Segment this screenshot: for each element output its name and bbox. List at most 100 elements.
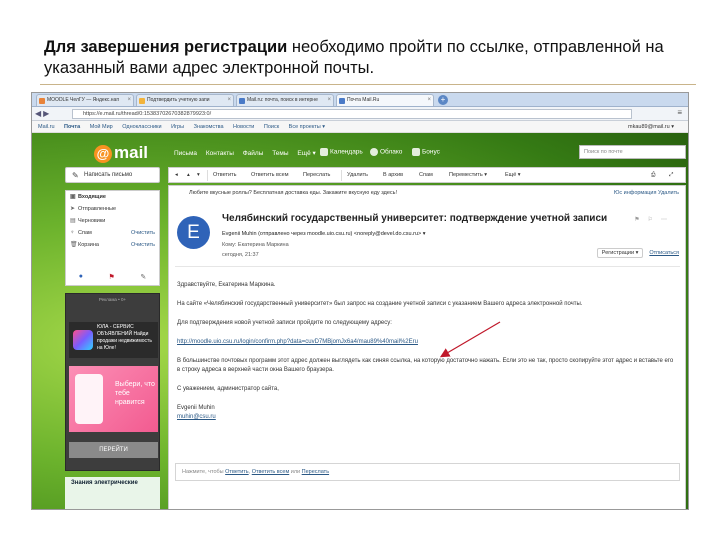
bonus-link[interactable]: Бонус xyxy=(412,148,440,156)
prev-arrow-icon[interactable]: ▴ xyxy=(187,168,190,182)
browser-menu-icon[interactable]: ≡ xyxy=(677,108,682,117)
forward-link[interactable]: Переслать xyxy=(302,469,329,475)
new-tab-plus-icon[interactable]: + xyxy=(438,95,448,105)
cloud-link[interactable]: Облако xyxy=(370,148,402,156)
close-icon[interactable]: × xyxy=(227,95,231,106)
flag-icon[interactable]: ⚑ xyxy=(109,273,115,281)
portal-link[interactable]: Mail.ru xyxy=(38,124,55,130)
toolbar-divider xyxy=(341,170,342,181)
back-forward-icons[interactable]: ◀▶ xyxy=(35,109,51,118)
slide: Для завершения регистрации необходимо пр… xyxy=(0,0,720,540)
close-icon[interactable]: × xyxy=(427,95,431,106)
portal-link[interactable]: Все проекты ▾ xyxy=(289,124,325,130)
ad-card-youla[interactable]: ЮЛА - СЕРВИС ОБЪЯВЛЕНИЙ Найди продажи не… xyxy=(69,322,158,358)
ad2-text: Знания электрические xyxy=(71,480,138,486)
portal-link[interactable]: Почта xyxy=(64,124,80,130)
folder-sent[interactable]: ➤ Отправленные xyxy=(66,203,159,215)
browser-tab[interactable]: MOODLE ЧелГУ — Яндекс.нап × xyxy=(36,94,134,106)
attachment-icon[interactable]: ✎ xyxy=(140,273,146,281)
clear-spam-link[interactable]: Очистить xyxy=(131,227,155,239)
mail-search-input[interactable]: Поиск по почте xyxy=(579,145,686,159)
move-button[interactable]: Переместить ▾ xyxy=(449,168,487,182)
delete-button[interactable]: Удалить xyxy=(347,168,368,182)
nav-letters[interactable]: Письма xyxy=(174,150,197,157)
message-from[interactable]: Evgenii Muhin (отправлено через moodle.u… xyxy=(222,231,426,237)
calendar-link[interactable]: Календарь xyxy=(320,148,363,156)
portal-link[interactable]: Игры xyxy=(171,124,184,130)
tab-label: MOODLE ЧелГУ — Яндекс.нап xyxy=(47,97,120,103)
cloud-icon xyxy=(370,148,378,156)
ad-go-button[interactable]: ПЕРЕЙТИ xyxy=(69,442,158,458)
mail-screenshot: MOODLE ЧелГУ — Яндекс.нап × Подтвердить у… xyxy=(31,92,689,510)
at-logo-icon: @ xyxy=(94,145,112,163)
message-flag-icons[interactable]: ⚑⚐⋯ xyxy=(634,216,675,223)
clear-trash-link[interactable]: Очистить xyxy=(131,239,155,251)
archive-button[interactable]: В архив xyxy=(383,168,403,182)
reply-button[interactable]: Ответить xyxy=(213,168,237,182)
reply-all-button[interactable]: Ответить всем xyxy=(251,168,289,182)
back-arrow-icon[interactable]: ◂ xyxy=(175,168,178,182)
browser-tab-active[interactable]: Почта Mail.Ru × xyxy=(336,94,434,106)
ad-card-promo[interactable]: Выбери, что тебе нравится xyxy=(69,366,158,432)
portal-links-bar: Mail.ru Почта Мой Мир Одноклассники Игры… xyxy=(32,121,688,133)
reply-all-link[interactable]: Ответить всем xyxy=(252,469,290,475)
signature-email[interactable]: muhin@csu.ru xyxy=(177,413,677,422)
portal-link[interactable]: Мой Мир xyxy=(90,124,113,130)
forward-button[interactable]: Переслать xyxy=(303,168,330,182)
folder-label: Корзина xyxy=(78,242,99,248)
nav-contacts[interactable]: Контакты xyxy=(206,150,234,157)
portal-link[interactable]: Новости xyxy=(233,124,254,130)
toolbar-divider xyxy=(207,170,208,181)
message-side-links[interactable]: Юс информация Удалить xyxy=(614,190,679,196)
folder-drafts[interactable]: ▤ Черновики xyxy=(66,215,159,227)
more-button[interactable]: Ещё ▾ xyxy=(505,168,521,182)
print-icon[interactable]: ⎙ xyxy=(651,168,655,182)
unsubscribe-link[interactable]: Отписаться xyxy=(649,250,679,256)
message-to: Кому: Екатерина Маркина xyxy=(222,242,289,248)
browser-tab[interactable]: Mail.ru: почта, поиск в интерне × xyxy=(236,94,334,106)
header-divider xyxy=(175,266,680,267)
folder-label: Черновики xyxy=(78,218,106,224)
regards: С уважением, администратор сайта, xyxy=(177,386,279,392)
ad-card-text: ЮЛА - СЕРВИС ОБЪЯВЛЕНИЙ Найди продажи не… xyxy=(97,324,152,351)
unread-dot-icon[interactable]: ● xyxy=(79,273,83,281)
portal-link[interactable]: Одноклассники xyxy=(122,124,161,130)
url-field[interactable]: https://e.mail.ru/thread/0:1538370267038… xyxy=(72,109,632,119)
quick-reply-field[interactable]: Нажмите, чтобы Ответить, Ответить всем и… xyxy=(175,463,680,481)
compose-button[interactable]: Написать письмо xyxy=(65,167,160,183)
caption-divider xyxy=(40,84,696,85)
portal-link[interactable]: Поиск xyxy=(264,124,279,130)
mail-logo[interactable]: @ mail xyxy=(94,143,148,163)
portal-link[interactable]: Знакомства xyxy=(194,124,224,130)
sidebar-ad-bottom[interactable]: Знания электрические xyxy=(65,477,160,509)
body-paragraph: На сайте «Челябинский государственный ун… xyxy=(177,301,583,307)
browser-tab[interactable]: Подтвердить учетную запи × xyxy=(136,94,234,106)
close-icon[interactable]: × xyxy=(127,95,131,106)
address-bar-row: ◀▶ https://e.mail.ru/thread/0:1538370267… xyxy=(32,107,688,121)
folder-spam[interactable]: ♆ Спам Очистить xyxy=(66,227,159,239)
folder-trash[interactable]: 🗑 Корзина Очистить xyxy=(66,239,159,251)
nav-more[interactable]: Ещё ▾ xyxy=(297,150,315,157)
body-paragraph: Для подтверждения новой учетной записи п… xyxy=(177,320,392,326)
reply-link[interactable]: Ответить xyxy=(225,469,249,475)
tab-label: Mail.ru: почта, поиск в интерне xyxy=(247,97,318,103)
browser-tabbar: MOODLE ЧелГУ — Яндекс.нап × Подтвердить у… xyxy=(32,93,688,107)
inline-ad[interactable]: Любите вкусные роллы? Бесплатная доставк… xyxy=(189,190,397,196)
expand-icon[interactable]: ⤢ xyxy=(669,168,673,182)
tab-favicon-icon xyxy=(239,98,245,104)
folder-inbox[interactable]: ▣ Входящие xyxy=(66,191,159,203)
nav-themes[interactable]: Темы xyxy=(272,150,288,157)
cloud-label: Облако xyxy=(380,148,403,156)
next-arrow-icon[interactable]: ▾ xyxy=(197,168,200,182)
message-subject: Челябинский государственный университет:… xyxy=(222,213,608,224)
spam-icon: ♆ xyxy=(70,230,75,236)
tab-label: Почта Mail.Ru xyxy=(347,97,380,103)
register-dropdown[interactable]: Регистрации ▾ xyxy=(596,248,644,258)
message-body: Здравствуйте, Екатерина Маркина. На сайт… xyxy=(177,281,677,422)
user-menu[interactable]: mkau89@mail.ru ▾ xyxy=(628,121,674,133)
nav-files[interactable]: Файлы xyxy=(243,150,264,157)
confirmation-link[interactable]: http://moodle.uio.csu.ru/login/confirm.p… xyxy=(177,339,418,345)
spam-button[interactable]: Спам xyxy=(419,168,433,182)
close-icon[interactable]: × xyxy=(327,95,331,106)
folder-label: Спам xyxy=(78,230,92,236)
